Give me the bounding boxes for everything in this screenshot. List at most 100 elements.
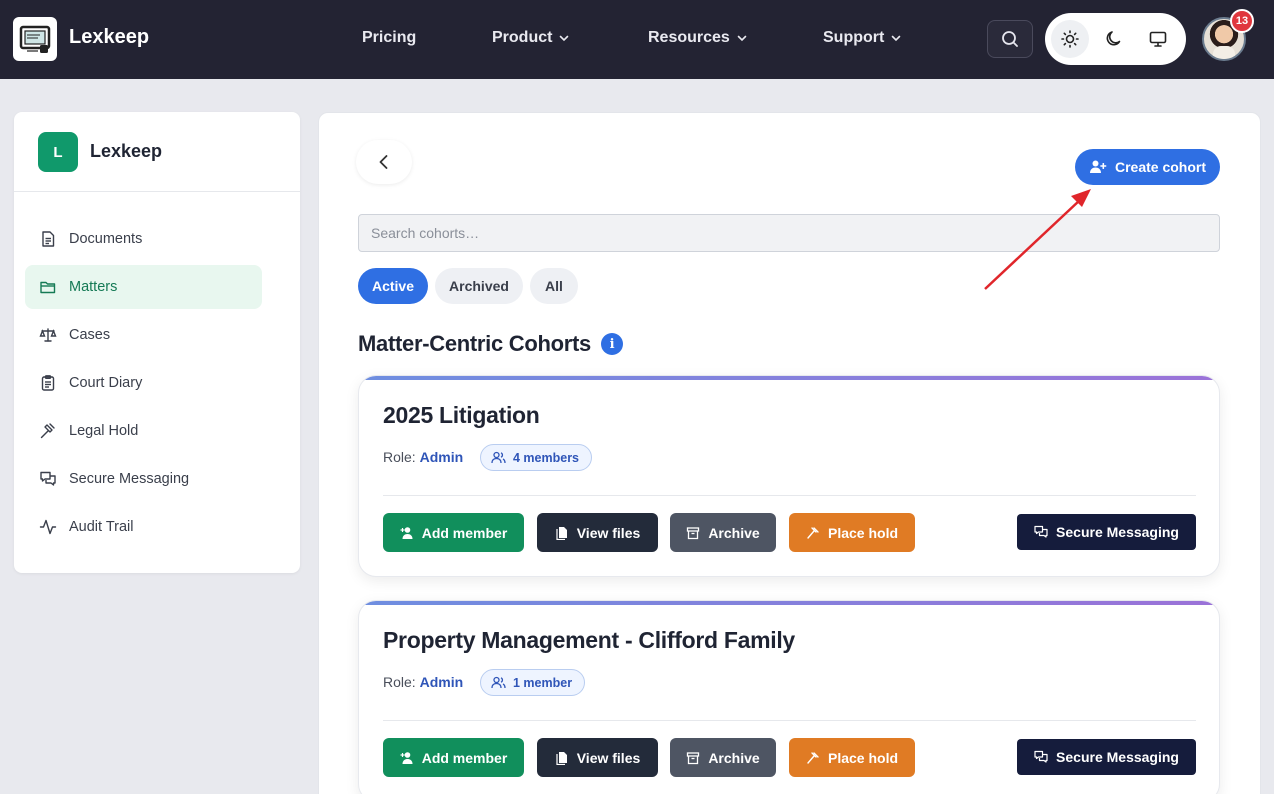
role-value: Admin — [419, 674, 464, 690]
sidebar-item-label: Matters — [69, 279, 118, 295]
section-title: Matter-Centric Cohorts i — [358, 331, 623, 357]
secure-messaging-label: Secure Messaging — [1056, 749, 1179, 765]
card-divider — [383, 720, 1196, 721]
add-member-button[interactable]: Add member — [383, 513, 524, 552]
filter-archived[interactable]: Archived — [435, 268, 523, 304]
secure-messaging-button[interactable]: Secure Messaging — [1017, 514, 1196, 550]
members-badge[interactable]: 4 members — [480, 444, 593, 471]
section-title-text: Matter-Centric Cohorts — [358, 331, 591, 356]
chevron-down-icon — [737, 35, 747, 42]
back-button[interactable] — [356, 140, 412, 184]
nav-support[interactable]: Support — [823, 29, 902, 47]
top-navigation-bar: Lexkeep Pricing Product Resources Suppor… — [0, 0, 1274, 79]
sidebar-item-matters[interactable]: Matters — [25, 265, 262, 309]
messages-icon — [1034, 750, 1048, 763]
nav-resources-label: Resources — [648, 29, 730, 46]
sidebar-header: L Lexkeep — [14, 112, 300, 192]
sidebar-item-cases[interactable]: Cases — [25, 313, 262, 357]
logo-icon[interactable] — [13, 17, 57, 61]
system-theme-button[interactable] — [1139, 20, 1177, 58]
archive-button[interactable]: Archive — [670, 738, 776, 777]
place-hold-button[interactable]: Place hold — [789, 513, 915, 552]
user-plus-icon — [400, 751, 413, 764]
sidebar-item-court-diary[interactable]: Court Diary — [25, 361, 262, 405]
user-plus-icon — [400, 526, 413, 539]
create-cohort-label: Create cohort — [1114, 159, 1207, 175]
archive-icon — [687, 526, 700, 539]
card-accent-bar — [359, 601, 1219, 605]
scale-icon — [39, 328, 57, 342]
chevron-down-icon — [892, 35, 901, 42]
theme-switcher — [1045, 13, 1186, 65]
sidebar-item-documents[interactable]: Documents — [25, 217, 262, 261]
user-plus-icon — [1089, 160, 1107, 173]
sidebar-item-label: Audit Trail — [69, 519, 134, 535]
sun-icon — [1061, 30, 1079, 48]
members-badge[interactable]: 1 member — [480, 669, 586, 696]
nav-pricing-label: Pricing — [362, 29, 417, 46]
cohort-role: Role: Admin — [383, 449, 463, 465]
archive-icon — [687, 751, 700, 764]
gavel-icon — [40, 423, 55, 439]
sidebar-item-audit-trail[interactable]: Audit Trail — [25, 505, 262, 549]
activity-icon — [39, 519, 57, 535]
gavel-icon — [807, 751, 819, 764]
cohort-card: Property Management - Clifford Family Ro… — [358, 600, 1220, 794]
workspace-badge: L — [38, 132, 78, 172]
search-button[interactable] — [987, 20, 1033, 58]
place-hold-label: Place hold — [827, 749, 899, 766]
secure-messaging-button[interactable]: Secure Messaging — [1017, 739, 1196, 775]
notification-badge[interactable]: 13 — [1230, 9, 1254, 33]
nav-pricing[interactable]: Pricing — [362, 29, 416, 47]
sidebar-item-label: Documents — [69, 231, 143, 247]
add-member-label: Add member — [421, 749, 508, 766]
role-prefix: Role: — [383, 449, 416, 465]
role-value: Admin — [419, 449, 464, 465]
archive-label: Archive — [708, 524, 760, 541]
files-icon — [556, 751, 567, 765]
add-member-label: Add member — [421, 524, 508, 541]
search-icon — [1002, 31, 1018, 47]
info-icon[interactable]: i — [600, 333, 623, 355]
messages-icon — [40, 471, 56, 486]
users-icon — [491, 451, 506, 464]
cohort-card: 2025 Litigation Role: Admin 4 members Ad… — [358, 375, 1220, 577]
cohort-role: Role: Admin — [383, 674, 463, 690]
cohort-title: 2025 Litigation — [383, 402, 540, 428]
archive-button[interactable]: Archive — [670, 513, 776, 552]
role-prefix: Role: — [383, 674, 416, 690]
nav-product[interactable]: Product — [492, 29, 570, 47]
members-count: 1 member — [513, 675, 573, 690]
sidebar-item-label: Secure Messaging — [69, 471, 190, 487]
clipboard-icon — [41, 375, 55, 391]
nav-resources[interactable]: Resources — [648, 29, 748, 47]
archive-label: Archive — [708, 749, 760, 766]
folder-icon — [40, 281, 56, 294]
light-theme-button[interactable] — [1051, 20, 1089, 58]
files-icon — [556, 526, 567, 540]
view-files-button[interactable]: View files — [537, 513, 658, 552]
nav-support-label: Support — [823, 29, 885, 46]
filter-all[interactable]: All — [530, 268, 578, 304]
view-files-button[interactable]: View files — [537, 738, 658, 777]
dark-theme-button[interactable] — [1095, 20, 1133, 58]
document-icon — [42, 231, 55, 247]
gavel-icon — [807, 526, 819, 539]
sidebar-item-legal-hold[interactable]: Legal Hold — [25, 409, 262, 453]
chevron-down-icon — [560, 35, 569, 42]
cohort-title: Property Management - Clifford Family — [383, 627, 795, 653]
card-divider — [383, 495, 1196, 496]
search-cohorts-input[interactable] — [358, 214, 1220, 252]
place-hold-button[interactable]: Place hold — [789, 738, 915, 777]
workspace-title: Lexkeep — [90, 141, 163, 161]
filter-active[interactable]: Active — [358, 268, 428, 304]
sidebar-item-label: Court Diary — [69, 375, 143, 391]
chevron-left-icon — [379, 155, 388, 169]
monitor-icon — [1149, 31, 1167, 47]
sidebar-item-secure-messaging[interactable]: Secure Messaging — [25, 457, 262, 501]
add-member-button[interactable]: Add member — [383, 738, 524, 777]
messages-icon — [1034, 525, 1048, 538]
create-cohort-button[interactable]: Create cohort — [1075, 149, 1220, 185]
brand-name[interactable]: Lexkeep — [69, 26, 149, 49]
sidebar-item-label: Cases — [69, 327, 111, 343]
